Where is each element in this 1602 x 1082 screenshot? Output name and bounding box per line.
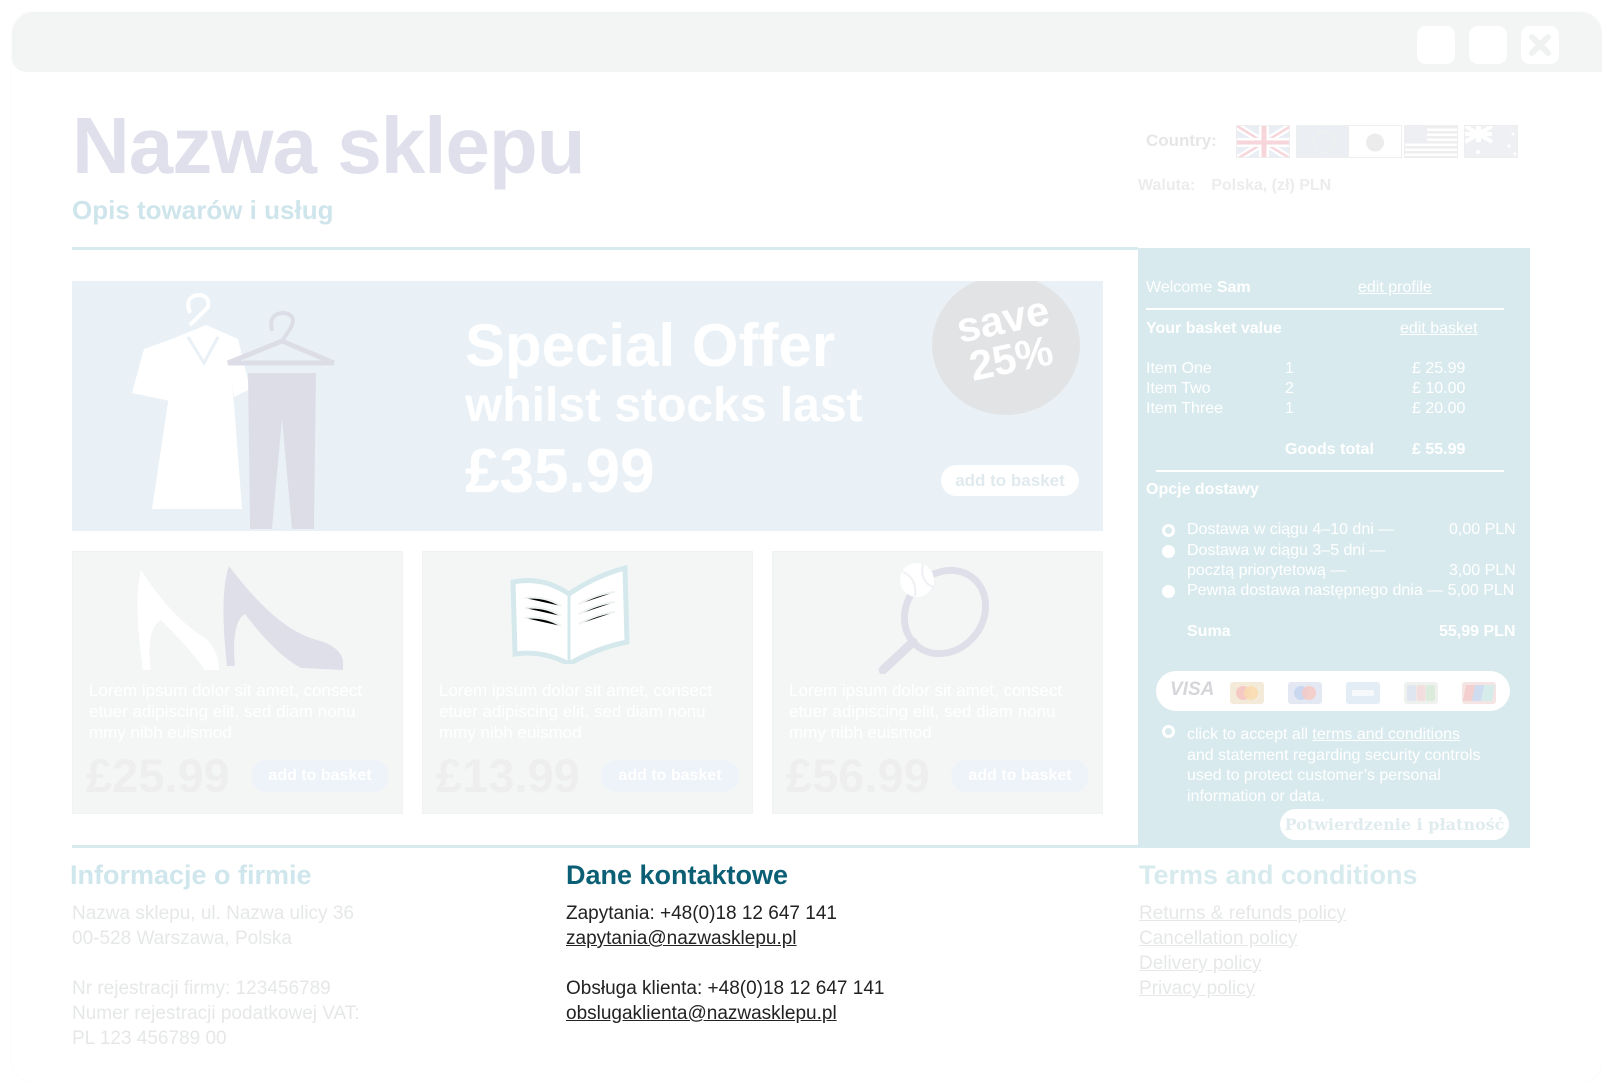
returns-policy-link[interactable]: Returns & refunds policy (1139, 901, 1346, 926)
tennis-racket-icon (878, 563, 990, 674)
title-bar (12, 12, 1602, 72)
contact-details: Zapytania: +48(0)18 12 647 141 zapytania… (566, 901, 884, 1026)
banner-add-to-basket-button[interactable]: add to basket (941, 465, 1079, 496)
basket-item-name: Item One (1146, 360, 1212, 377)
confirm-and-pay-button[interactable]: Potwierdzenie i płatność (1280, 809, 1509, 840)
high-heels-icon (137, 566, 343, 670)
australia-flag-icon[interactable] (1464, 125, 1518, 158)
sidebar-divider (1146, 308, 1504, 310)
product-price: £25.99 (86, 749, 230, 802)
delivery-option-price: 0,00 PLN (1449, 521, 1516, 538)
maestro-icon (1288, 682, 1322, 704)
basket-item-name: Item Two (1146, 380, 1211, 397)
product-description: Lorem ipsum dolor sit amet, consect etue… (439, 681, 713, 742)
product-card-book[interactable]: Lorem ipsum dolor sit amet, consect etue… (422, 551, 753, 814)
delivery-option-label-2: pocztą priorytetową — (1187, 562, 1347, 579)
basket-sidebar: Welcome Sam edit profile Your basket val… (1138, 248, 1530, 848)
basket-item-qty: 1 (1285, 400, 1294, 417)
currency-label: Waluta: (1138, 177, 1196, 194)
edit-basket-link[interactable]: edit basket (1400, 320, 1477, 338)
currency-value[interactable]: Polska, (zł) PLN (1211, 177, 1331, 194)
offer-subtitle: whilst stocks last (465, 379, 863, 432)
minimize-button[interactable] (1417, 26, 1455, 64)
delivery-options-title: Opcje dostawy (1146, 481, 1259, 498)
usa-flag-icon[interactable] (1404, 125, 1458, 158)
offer-title: Special Offer (465, 312, 836, 379)
amex-icon (1346, 682, 1380, 704)
basket-item-price: £ 20.00 (1412, 400, 1466, 417)
visa-icon: VISA (1170, 679, 1215, 700)
terms-and-conditions-link[interactable]: terms and conditions (1312, 726, 1460, 743)
uk-flag-icon[interactable] (1236, 125, 1290, 158)
country-label: Country: (1146, 131, 1217, 150)
privacy-policy-link[interactable]: Privacy policy (1139, 976, 1346, 1001)
terms-acceptance-text: click to accept all terms and conditions… (1187, 726, 1481, 805)
header-divider (72, 247, 1138, 250)
open-book-icon (510, 564, 630, 664)
delivery-policy-link[interactable]: Delivery policy (1139, 951, 1346, 976)
company-info: Nazwa sklepu, ul. Nazwa ulicy 36 00-528 … (72, 903, 360, 1049)
sidebar-divider (1156, 470, 1504, 472)
eu-flag-icon[interactable] (1296, 125, 1350, 158)
product-card-shoes[interactable]: Lorem ipsum dolor sit amet, consect etue… (72, 551, 403, 814)
accept-terms-radio[interactable] (1162, 725, 1175, 738)
close-icon (1529, 34, 1551, 56)
product-price: £56.99 (786, 749, 930, 802)
user-name: Sam (1216, 279, 1251, 296)
policy-links: Returns & refunds policy Cancellation po… (1139, 901, 1346, 1001)
delivery-option-label: Dostawa w ciągu 3–5 dni — (1187, 542, 1386, 559)
product-description: Lorem ipsum dolor sit amet, consect etue… (89, 681, 363, 742)
product-description: Lorem ipsum dolor sit amet, consect etue… (789, 681, 1063, 742)
maximize-button[interactable] (1469, 26, 1507, 64)
customer-service-phone: Obsługa klienta: +48(0)18 12 647 141 (566, 978, 885, 999)
product-card-racket[interactable]: Lorem ipsum dolor sit amet, consect etue… (772, 551, 1103, 814)
contact-details-title: Dane kontaktowe (566, 860, 789, 890)
shop-tagline: Opis towarów i usług (72, 195, 334, 225)
product-add-to-basket-button[interactable]: add to basket (601, 760, 739, 792)
clothing-icon (132, 292, 335, 529)
goods-total-value: £ 55.99 (1412, 441, 1466, 458)
edit-profile-link[interactable]: edit profile (1358, 279, 1432, 297)
special-offer-banner: Special Offer whilst stocks last £35.99 … (72, 281, 1103, 531)
unionpay-icon (1462, 682, 1496, 704)
delivery-radio-standard[interactable] (1162, 524, 1175, 537)
save-badge: save 25% (932, 281, 1080, 415)
basket-item-qty: 2 (1285, 380, 1294, 397)
delivery-option-price: 3,00 PLN (1449, 562, 1516, 579)
customer-service-email-link[interactable]: obslugaklienta@nazwasklepu.pl (566, 1001, 884, 1026)
terms-title: Terms and conditions (1139, 860, 1418, 890)
delivery-option-label: Pewna dostawa następnego dnia — 5,00 PLN (1187, 582, 1515, 599)
cancellation-policy-link[interactable]: Cancellation policy (1139, 926, 1346, 951)
basket-value-label: Your basket value (1146, 320, 1282, 337)
welcome-text: Welcome Sam (1146, 279, 1251, 296)
footer-divider (72, 845, 1530, 848)
close-button[interactable] (1521, 26, 1559, 64)
delivery-radio-priority[interactable] (1162, 545, 1175, 558)
goods-total-label: Goods total (1285, 441, 1374, 458)
inquiries-email-link[interactable]: zapytania@nazwasklepu.pl (566, 926, 884, 951)
basket-item-price: £ 25.99 (1412, 360, 1466, 377)
product-price: £13.99 (436, 749, 580, 802)
company-info-title: Informacje o firmie (70, 860, 312, 890)
jcb-icon (1404, 682, 1438, 704)
basket-item-price: £ 10.00 (1412, 380, 1466, 397)
delivery-radio-next-day[interactable] (1162, 585, 1175, 598)
inquiries-phone: Zapytania: +48(0)18 12 647 141 (566, 903, 837, 924)
basket-item-qty: 1 (1285, 360, 1294, 377)
shop-name: Nazwa sklepu (72, 101, 586, 190)
japan-flag-icon[interactable] (1348, 125, 1402, 158)
offer-price: £35.99 (465, 437, 655, 506)
mastercard-icon (1230, 682, 1264, 704)
sum-label: Suma (1187, 623, 1231, 640)
payment-methods: VISA (1156, 671, 1510, 711)
basket-item-name: Item Three (1146, 400, 1224, 417)
delivery-option-label: Dostawa w ciągu 4–10 dni — (1187, 521, 1395, 538)
product-add-to-basket-button[interactable]: add to basket (251, 760, 389, 792)
sum-value: 55,99 PLN (1439, 623, 1516, 640)
currency-info: Waluta: Polska, (zł) PLN (1138, 177, 1331, 195)
product-add-to-basket-button[interactable]: add to basket (951, 760, 1089, 792)
